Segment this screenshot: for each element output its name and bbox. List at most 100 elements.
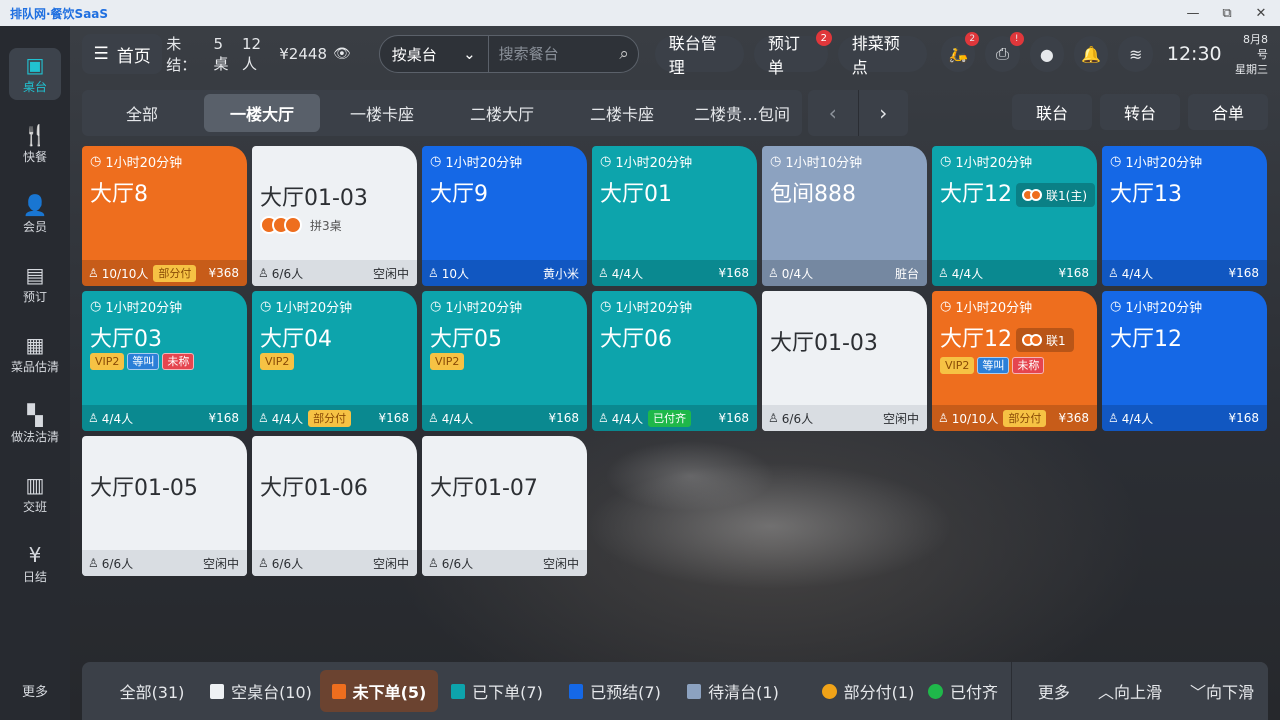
person-icon: ♙ — [88, 266, 99, 280]
timer-text: 1小时20分钟 — [615, 301, 693, 316]
status-dot-icon — [928, 683, 943, 699]
wifi-icon[interactable]: ≋ — [1118, 36, 1153, 72]
op-button-0[interactable]: 联台 — [1012, 94, 1092, 130]
sidebar-item-1[interactable]: 🍴 快餐 — [9, 118, 61, 170]
menu-icon: ☰ — [93, 44, 109, 64]
timer-text: 1小时10分钟 — [785, 156, 863, 171]
table-card[interactable]: 大厅01-06 ♙ 6/6人 空闲中 — [252, 436, 417, 576]
dish-preorder-button[interactable]: 排菜预点 — [837, 34, 927, 77]
bell-icon[interactable]: 🔔 — [1074, 36, 1109, 72]
app-title: 排队网·餐饮SaaS — [10, 6, 109, 21]
table-card[interactable]: ◷ 1小时20分钟 大厅13 ♙ 4/4人 ¥168 — [1102, 146, 1267, 286]
sidebar-more[interactable]: 更多 — [22, 681, 48, 700]
table-footer: ♙ 4/4人 ¥168 — [592, 260, 757, 286]
area-tab-3[interactable]: 二楼大厅 — [444, 94, 560, 132]
person-icon: ♙ — [88, 411, 99, 425]
sidebar-item-2[interactable]: 👤 会员 — [9, 188, 61, 240]
person-icon: ♙ — [428, 556, 439, 570]
search-type-select[interactable]: 按桌台 ⌄ — [380, 36, 489, 72]
op-button-2[interactable]: 合单 — [1188, 94, 1268, 130]
person-icon: ♙ — [428, 266, 439, 280]
table-card[interactable]: 大厅01-03 ♙ 6/6人 空闲中 — [762, 291, 927, 431]
status-swatch-icon — [451, 683, 466, 699]
sidebar-item-6[interactable]: ▥ 交班 — [9, 468, 61, 520]
table-card[interactable]: 大厅01-07 ♙ 6/6人 空闲中 — [422, 436, 587, 576]
table-card[interactable]: ◷ 1小时20分钟 大厅9 ♙ 10人 黄小米 — [422, 146, 587, 286]
preorder-button[interactable]: 预订单 2 — [753, 30, 832, 77]
minimize-icon[interactable]: — — [1184, 4, 1202, 22]
table-card[interactable]: ◷ 1小时20分钟 大厅12 联1(主) ♙ 4/4人 ¥168 — [932, 146, 1097, 286]
scroll-down-label: 向下滑 — [1205, 683, 1254, 702]
date-display: 8月8号 星期三 — [1234, 32, 1268, 77]
table-status: ¥168 — [378, 411, 409, 425]
sidebar-item-7[interactable]: ¥ 日结 — [9, 538, 61, 590]
op-button-1[interactable]: 转台 — [1100, 94, 1180, 130]
filter-0[interactable]: 全部(31) — [102, 670, 202, 712]
filter-6[interactable]: 部分付(1) — [808, 670, 928, 712]
search-input[interactable] — [488, 36, 611, 72]
table-card[interactable]: ◷ 1小时20分钟 大厅03 VIP2 等叫 未称 ♙ 4/4人 ¥168 — [82, 291, 247, 431]
prev-page-button[interactable]: ‹ — [808, 90, 859, 136]
filter-more-button[interactable]: 更多 — [1024, 679, 1084, 703]
table-name-text: 大厅01-06 — [260, 476, 368, 501]
table-card[interactable]: ◷ 1小时20分钟 大厅8 ♙ 10/10人 部分付 ¥368 — [82, 146, 247, 286]
table-card[interactable]: ◷ 1小时20分钟 大厅05 VIP2 ♙ 4/4人 ¥168 — [422, 291, 587, 431]
delivery-icon[interactable]: 🛵 2 — [940, 32, 980, 72]
sidebar-item-3[interactable]: ▤ 预订 — [9, 258, 61, 310]
filter-label: 已预结(7) — [590, 683, 661, 702]
sidebar-item-4[interactable]: ▦ 菜品估清 — [9, 328, 61, 380]
next-page-button[interactable]: › — [859, 90, 909, 136]
table-card[interactable]: ◷ 1小时20分钟 大厅04 VIP2 ♙ 4/4人 部分付 ¥168 — [252, 291, 417, 431]
scroll-up-button[interactable]: ︿向上滑 — [1084, 679, 1176, 703]
table-card[interactable]: ◷ 1小时10分钟 包间888 ♙ 0/4人 脏台 — [762, 146, 927, 286]
timer-text: 1小时20分钟 — [105, 301, 183, 316]
area-tab-0[interactable]: 全部 — [84, 94, 200, 132]
table-status: ¥168 — [1228, 266, 1259, 280]
table-card[interactable]: 大厅01-03 拼3桌 ♙ 6/6人 空闲中 — [252, 146, 417, 286]
timer-text: 1小时20分钟 — [105, 156, 183, 171]
home-button[interactable]: ☰ 首页 — [82, 34, 163, 74]
clock-icon: ◷ — [600, 299, 612, 314]
eye-off-icon[interactable]: 👁 — [333, 46, 351, 62]
payment-tag: 部分付 — [1003, 409, 1047, 427]
table-people: 6/6人 — [271, 556, 304, 571]
table-name-text: 大厅12 — [940, 182, 1012, 207]
preorder-label: 预订单 — [767, 34, 800, 77]
person-icon: ♙ — [938, 411, 949, 425]
area-tab-1[interactable]: 一楼大厅 — [204, 94, 320, 132]
filter-label: 空桌台(10) — [231, 683, 312, 702]
table-footer: ♙ 4/4人 ¥168 — [1102, 405, 1267, 431]
account-icon[interactable]: ● — [1029, 36, 1065, 72]
table-timer: ◷ 1小时20分钟 — [90, 297, 182, 316]
table-status: 空闲中 — [372, 556, 409, 571]
filter-5[interactable]: 待清台(1) — [674, 670, 792, 712]
table-card[interactable]: ◷ 1小时20分钟 大厅12 ♙ 4/4人 ¥168 — [1102, 291, 1267, 431]
clock-icon: ◷ — [1110, 154, 1122, 169]
filter-1[interactable]: 空桌台(10) — [202, 670, 320, 712]
restore-icon[interactable]: ⧉ — [1218, 4, 1236, 22]
sidebar-item-0[interactable]: ▣ 桌台 — [9, 48, 61, 100]
scroll-down-button[interactable]: ﹀向下滑 — [1176, 679, 1268, 703]
printer-icon[interactable]: ⎙! — [985, 32, 1024, 72]
table-tags: VIP2 — [430, 353, 467, 370]
table-card[interactable]: ◷ 1小时20分钟 大厅12 联1 VIP2 等叫 未称 ♙ 10/10人 部分付 ¥368 — [932, 291, 1097, 431]
search-icon[interactable]: ⌕ — [611, 36, 638, 72]
timer-text: 1小时20分钟 — [445, 301, 523, 316]
filter-3[interactable]: 已下单(7) — [438, 670, 556, 712]
area-tab-2[interactable]: 一楼卡座 — [324, 94, 440, 132]
close-icon[interactable]: ✕ — [1252, 4, 1270, 22]
table-card[interactable]: 大厅01-05 ♙ 6/6人 空闲中 — [82, 436, 247, 576]
status-swatch-icon — [210, 683, 225, 699]
sidebar-item-5[interactable]: ▚ 做法沽清 — [9, 398, 61, 450]
filter-7[interactable]: 已付齐 — [928, 670, 1002, 712]
table-status: 黄小米 — [542, 266, 579, 281]
filter-2[interactable]: 未下单(5) — [320, 670, 438, 712]
status-swatch-icon — [569, 683, 584, 699]
filter-4[interactable]: 已预结(7) — [556, 670, 674, 712]
table-card[interactable]: ◷ 1小时20分钟 大厅01 ♙ 4/4人 ¥168 — [592, 146, 757, 286]
merge-manage-button[interactable]: 联台管理 — [654, 34, 744, 77]
table-people: 4/4人 — [271, 411, 304, 426]
area-tab-4[interactable]: 二楼卡座 — [564, 94, 680, 132]
table-card[interactable]: ◷ 1小时20分钟 大厅06 ♙ 4/4人 已付齐 ¥168 — [592, 291, 757, 431]
area-tab-5[interactable]: 二楼贵…包间 — [684, 94, 800, 132]
